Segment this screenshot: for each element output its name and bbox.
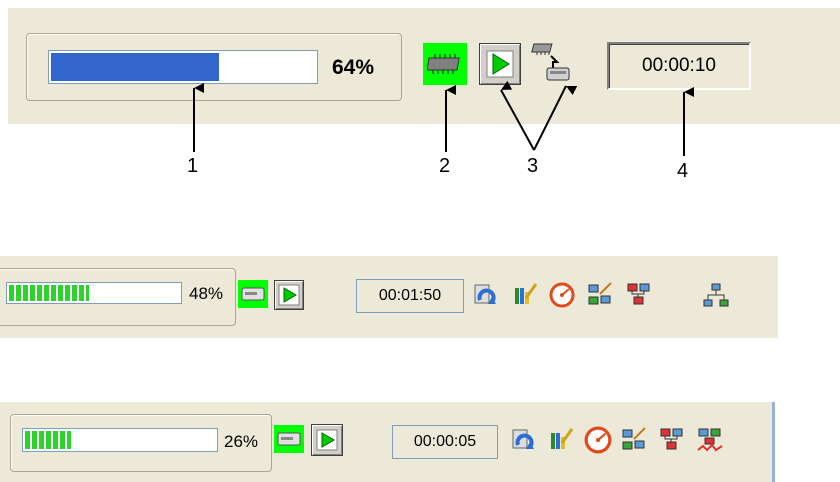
callout-label: 1 bbox=[187, 155, 199, 177]
progress-bar-fill bbox=[25, 431, 72, 449]
callout-arrows bbox=[193, 80, 694, 156]
callout-label: 4 bbox=[677, 160, 689, 182]
refresh-icon[interactable] bbox=[510, 427, 536, 453]
edit-icon[interactable] bbox=[548, 427, 574, 453]
device-icon bbox=[277, 432, 301, 446]
device-icon bbox=[241, 287, 265, 301]
progress-bar bbox=[22, 428, 218, 452]
play-icon bbox=[316, 429, 338, 451]
progress-percent: 48% bbox=[189, 284, 224, 303]
network-map-icon[interactable] bbox=[626, 282, 652, 308]
edit-icon[interactable] bbox=[512, 282, 538, 308]
network-topology-icon[interactable] bbox=[703, 283, 729, 309]
play-icon bbox=[278, 284, 300, 306]
gauge-icon[interactable] bbox=[549, 282, 575, 308]
network-edit-icon[interactable] bbox=[587, 282, 613, 308]
elapsed-timer: 00:01:50 bbox=[356, 279, 464, 313]
network-monitor-icon[interactable] bbox=[697, 427, 723, 453]
callout-label: 3 bbox=[527, 155, 539, 177]
gauge-icon[interactable] bbox=[584, 426, 612, 454]
refresh-icon[interactable] bbox=[472, 282, 498, 308]
callout-label: 2 bbox=[439, 155, 451, 177]
toolbar-edge bbox=[772, 402, 775, 482]
progress-bar bbox=[6, 282, 182, 304]
device-button[interactable] bbox=[274, 425, 304, 453]
progress-bar-fill bbox=[9, 285, 89, 301]
progress-percent: 26% bbox=[224, 432, 259, 451]
play-button[interactable] bbox=[311, 424, 343, 456]
network-map-icon[interactable] bbox=[659, 427, 685, 453]
device-button[interactable] bbox=[238, 280, 268, 308]
network-edit-icon[interactable] bbox=[621, 427, 647, 453]
play-button[interactable] bbox=[274, 280, 304, 310]
elapsed-timer: 00:00:05 bbox=[392, 425, 498, 459]
